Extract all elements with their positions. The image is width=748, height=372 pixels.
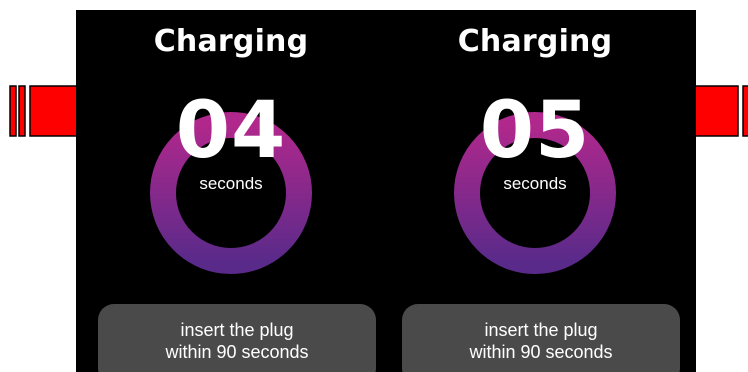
charger-panel-left: Charging 04 seconds insert the plug with… (76, 10, 386, 372)
countdown-value: 05 (479, 86, 591, 176)
charging-screen: Charging 04 seconds insert the plug with… (76, 10, 696, 372)
charging-title: Charging (457, 24, 613, 59)
notice-line-1: insert the plug (484, 320, 598, 340)
charging-title: Charging (153, 24, 309, 59)
insert-plug-notice: insert the plug within 90 seconds (98, 304, 376, 372)
notice-line-1: insert the plug (180, 320, 294, 340)
countdown-value: 04 (175, 86, 287, 176)
charger-panel-right: Charging 05 seconds insert the plug with… (380, 10, 690, 372)
insert-plug-notice: insert the plug within 90 seconds (402, 304, 680, 372)
notice-line-2: within 90 seconds (469, 342, 613, 362)
countdown-unit: seconds (503, 174, 567, 193)
notice-line-2: within 90 seconds (165, 342, 309, 362)
countdown-unit: seconds (199, 174, 263, 193)
stage: Charging 04 seconds insert the plug with… (0, 0, 748, 372)
